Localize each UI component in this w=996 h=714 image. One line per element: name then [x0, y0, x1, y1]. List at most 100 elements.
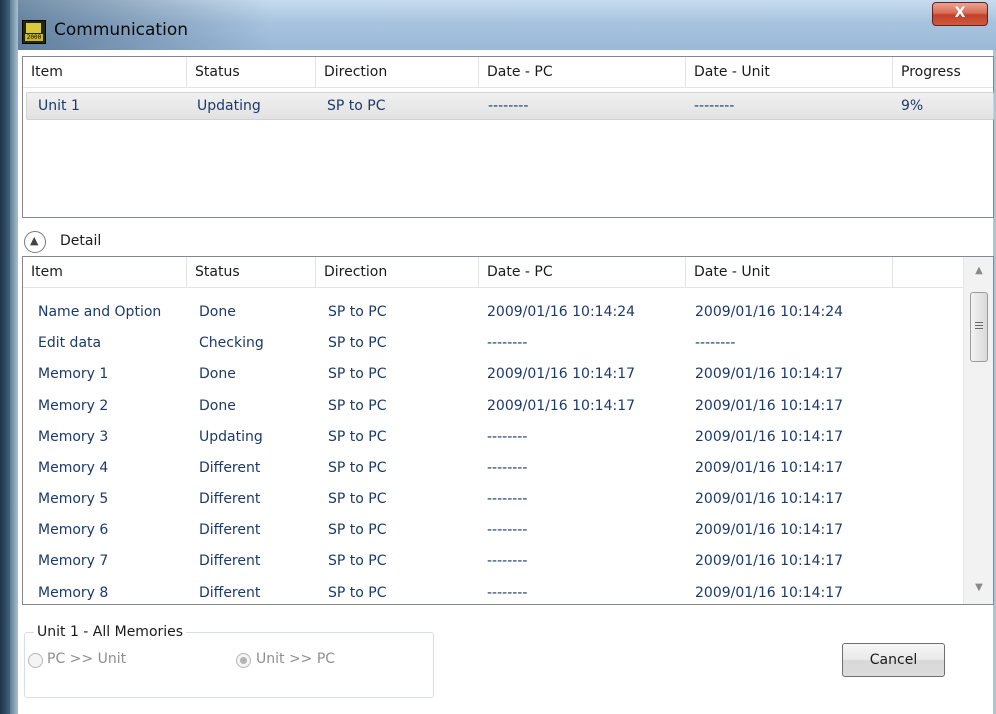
- table-row[interactable]: Name and Option Done SP to PC 2009/01/16…: [23, 297, 963, 328]
- column-header-direction[interactable]: Direction: [316, 57, 479, 87]
- table-row[interactable]: Memory 7 Different SP to PC -------- 200…: [23, 546, 963, 577]
- cell-item: Memory 3: [38, 429, 109, 445]
- cell-direction: SP to PC: [328, 366, 387, 382]
- radio-pc-to-unit-label[interactable]: PC >> Unit: [47, 651, 126, 667]
- detail-label: Detail: [60, 233, 102, 249]
- cell-status: Done: [199, 398, 236, 414]
- scroll-up-arrow-icon[interactable]: ▲: [972, 265, 986, 281]
- cell-direction: SP to PC: [328, 335, 387, 351]
- cell-date-unit: 2009/01/16 10:14:17: [695, 553, 844, 569]
- column-header-date-pc[interactable]: Date - PC: [479, 57, 686, 87]
- table-row[interactable]: Memory 1 Done SP to PC 2009/01/16 10:14:…: [23, 359, 963, 390]
- radio-unit-to-pc[interactable]: [236, 653, 251, 668]
- table-row-selected[interactable]: Unit 1 Updating SP to PC -------- ------…: [26, 92, 994, 120]
- cell-item: Memory 1: [38, 366, 109, 382]
- column-header-progress[interactable]: Progress: [893, 57, 993, 87]
- cell-direction: SP to PC: [328, 398, 387, 414]
- detail-scrollbar[interactable]: ▲ ▼: [963, 257, 993, 604]
- chevron-up-icon: ▲: [30, 234, 39, 247]
- table-row[interactable]: Memory 6 Different SP to PC -------- 200…: [23, 515, 963, 546]
- cell-status: Done: [199, 304, 236, 320]
- cell-date-unit: 2009/01/16 10:14:17: [695, 398, 844, 414]
- scroll-thumb[interactable]: [970, 292, 988, 362]
- cell-date-pc: --------: [487, 522, 528, 538]
- cell-item: Edit data: [38, 335, 102, 351]
- cell-date-pc: --------: [487, 460, 528, 476]
- app-icon: 2000: [22, 20, 46, 44]
- cell-date-pc: --------: [487, 335, 528, 351]
- table-row[interactable]: Edit data Checking SP to PC -------- ---…: [23, 328, 963, 359]
- cell-item: Memory 6: [38, 522, 109, 538]
- window-title: Communication: [54, 20, 188, 40]
- cell-date-pc: --------: [488, 98, 529, 114]
- cell-date-pc: --------: [487, 553, 528, 569]
- cell-status: Different: [199, 491, 261, 507]
- cell-date-pc: 2009/01/16 10:14:17: [487, 366, 636, 382]
- detail-collapse-button[interactable]: ▲: [24, 231, 46, 253]
- cell-item: Memory 4: [38, 460, 109, 476]
- cell-date-unit: 2009/01/16 10:14:17: [695, 429, 844, 445]
- table-row[interactable]: Memory 5 Different SP to PC -------- 200…: [23, 484, 963, 515]
- cell-status: Different: [199, 522, 261, 538]
- detail-list[interactable]: Item Status Direction Date - PC Date - U…: [22, 256, 994, 605]
- column-header-date-unit[interactable]: Date - Unit: [686, 57, 893, 87]
- cell-date-pc: 2009/01/16 10:14:24: [487, 304, 636, 320]
- communication-window: 2000 Communication X Item Status Directi…: [0, 0, 996, 714]
- column-header-item[interactable]: Item: [23, 57, 187, 87]
- cell-status: Different: [199, 553, 261, 569]
- table-row[interactable]: Memory 4 Different SP to PC -------- 200…: [23, 453, 963, 484]
- cell-date-unit: --------: [695, 335, 736, 351]
- radio-unit-to-pc-label[interactable]: Unit >> PC: [256, 651, 335, 667]
- cell-date-pc: --------: [487, 491, 528, 507]
- cell-date-pc: --------: [487, 585, 528, 601]
- detail-list-header: Item Status Direction Date - PC Date - U…: [23, 257, 993, 288]
- column-header-status[interactable]: Status: [187, 57, 316, 87]
- cell-item: Memory 2: [38, 398, 109, 414]
- cell-status: Different: [199, 585, 261, 601]
- cell-item: Memory 8: [38, 585, 109, 601]
- cell-date-unit: 2009/01/16 10:14:24: [695, 304, 844, 320]
- cell-item: Name and Option: [38, 304, 162, 320]
- cell-item: Memory 5: [38, 491, 109, 507]
- cell-direction: SP to PC: [328, 304, 387, 320]
- close-button[interactable]: X: [932, 2, 988, 26]
- cell-date-unit: 2009/01/16 10:14:17: [695, 460, 844, 476]
- cell-date-unit: 2009/01/16 10:14:17: [695, 491, 844, 507]
- cell-date-pc: --------: [487, 429, 528, 445]
- cell-status: Updating: [197, 98, 261, 114]
- cell-item: Unit 1: [38, 98, 80, 114]
- cell-item: Memory 7: [38, 553, 109, 569]
- column-header-status[interactable]: Status: [187, 257, 316, 287]
- cell-direction: SP to PC: [328, 460, 387, 476]
- table-row[interactable]: Memory 3 Updating SP to PC -------- 2009…: [23, 422, 963, 453]
- title-bar[interactable]: 2000 Communication X: [0, 0, 996, 50]
- cell-direction: SP to PC: [328, 553, 387, 569]
- column-header-item[interactable]: Item: [23, 257, 187, 287]
- cell-direction: SP to PC: [328, 491, 387, 507]
- column-header-date-unit[interactable]: Date - Unit: [686, 257, 893, 287]
- cell-direction: SP to PC: [328, 585, 387, 601]
- cell-status: Different: [199, 460, 261, 476]
- column-header-date-pc[interactable]: Date - PC: [479, 257, 686, 287]
- cell-date-unit: --------: [694, 98, 735, 114]
- scroll-down-arrow-icon[interactable]: ▼: [972, 582, 986, 598]
- cell-date-unit: 2009/01/16 10:14:17: [695, 522, 844, 538]
- window-frame-left: [0, 0, 10, 714]
- cell-date-unit: 2009/01/16 10:14:17: [695, 585, 844, 601]
- table-row[interactable]: Memory 2 Done SP to PC 2009/01/16 10:14:…: [23, 391, 963, 422]
- column-header-direction[interactable]: Direction: [316, 257, 479, 287]
- cancel-button[interactable]: Cancel: [842, 643, 945, 677]
- unit-list[interactable]: Item Status Direction Date - PC Date - U…: [22, 56, 994, 218]
- cell-direction: SP to PC: [328, 522, 387, 538]
- column-header-blank: [893, 257, 963, 287]
- cell-direction: SP to PC: [328, 429, 387, 445]
- cell-direction: SP to PC: [327, 98, 386, 114]
- radio-pc-to-unit[interactable]: [28, 653, 43, 668]
- cell-progress: 9%: [901, 98, 924, 114]
- table-row[interactable]: Memory 8 Different SP to PC -------- 200…: [23, 578, 963, 604]
- app-icon-text: 2000: [25, 34, 43, 41]
- cell-date-pc: 2009/01/16 10:14:17: [487, 398, 636, 414]
- cell-status: Checking: [199, 335, 264, 351]
- unit-list-header: Item Status Direction Date - PC Date - U…: [23, 57, 993, 88]
- cell-status: Updating: [199, 429, 263, 445]
